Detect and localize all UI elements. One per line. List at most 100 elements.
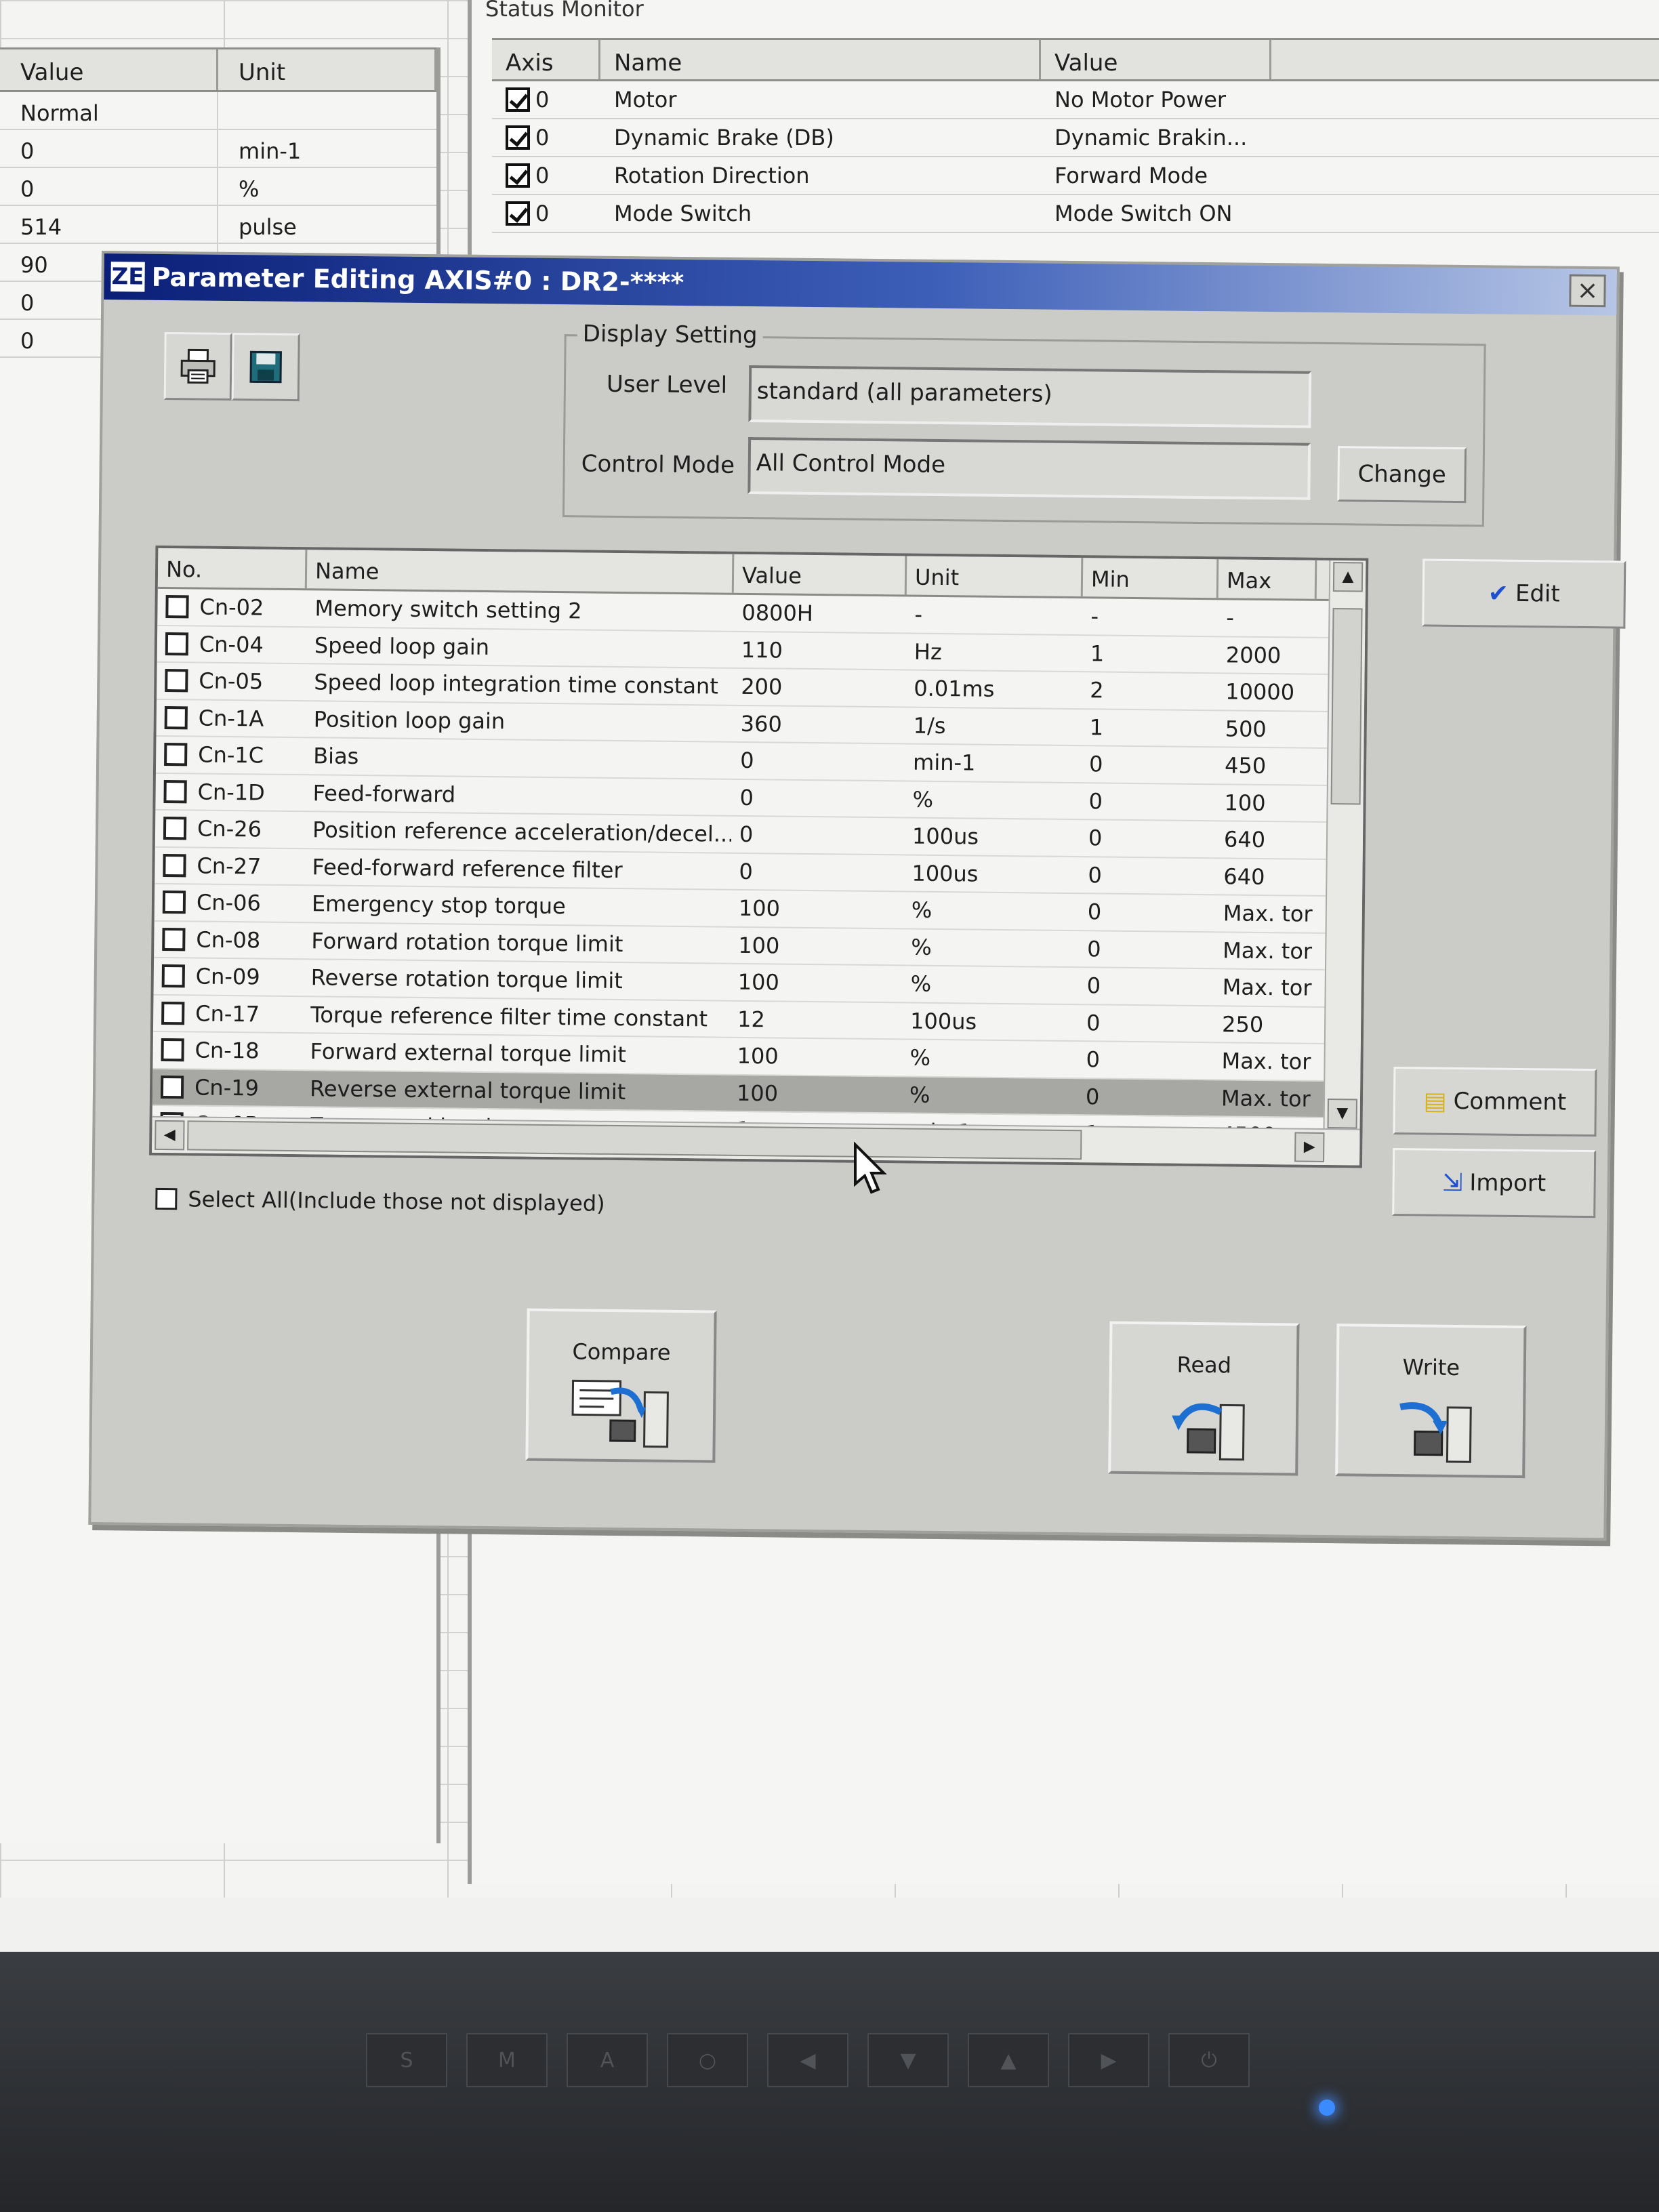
param-max: - bbox=[1226, 605, 1235, 631]
param-max: 450 bbox=[1224, 752, 1267, 779]
scroll-down-icon[interactable]: ▼ bbox=[1327, 1099, 1357, 1129]
param-no-cell: Cn-09 bbox=[154, 963, 303, 990]
param-min: 0 bbox=[1086, 1010, 1101, 1036]
param-no: Cn-26 bbox=[197, 815, 262, 842]
col-max-header[interactable]: Max bbox=[1218, 559, 1317, 599]
row-checkbox[interactable] bbox=[164, 705, 188, 730]
param-value[interactable]: 12 bbox=[729, 1006, 902, 1034]
status-col-name-header[interactable]: Name bbox=[600, 40, 1041, 79]
parameter-table-body: Cn-02 Memory switch setting 2 0800H - - - Cn-0… bbox=[152, 588, 1366, 1156]
param-max: Max. tor bbox=[1222, 974, 1312, 1002]
bezel-button[interactable]: ▶ bbox=[1068, 2033, 1149, 2087]
edit-button[interactable]: ✔ Edit bbox=[1422, 558, 1626, 629]
row-checkbox[interactable] bbox=[165, 632, 189, 656]
col-min-header[interactable]: Min bbox=[1082, 558, 1219, 598]
param-unit: % bbox=[909, 1044, 931, 1071]
row-checkbox[interactable] bbox=[164, 743, 188, 766]
row-checkbox[interactable] bbox=[163, 853, 186, 878]
row-checkbox[interactable] bbox=[161, 1001, 185, 1025]
param-name: Reverse rotation torque limit bbox=[310, 964, 623, 994]
row-checkbox[interactable] bbox=[162, 890, 186, 914]
save-button[interactable] bbox=[231, 333, 300, 402]
param-value[interactable]: 0 bbox=[731, 821, 904, 849]
horizontal-scroll-thumb[interactable] bbox=[187, 1120, 1082, 1160]
bezel-button[interactable]: ▼ bbox=[867, 2033, 949, 2087]
row-checkbox[interactable] bbox=[165, 669, 188, 693]
col-value-header[interactable]: Value bbox=[733, 554, 907, 595]
scroll-left-icon[interactable]: ◀ bbox=[155, 1120, 185, 1151]
left-data-row: 0% bbox=[0, 168, 436, 206]
param-value[interactable]: 0 bbox=[731, 859, 903, 886]
col-unit-header[interactable]: Unit bbox=[906, 556, 1084, 597]
param-value[interactable]: 100 bbox=[729, 1080, 901, 1108]
left-row-value: 514 bbox=[0, 206, 219, 243]
bezel-button[interactable]: ▲ bbox=[968, 2033, 1049, 2087]
param-value[interactable]: 100 bbox=[729, 1043, 901, 1071]
status-col-value-header[interactable]: Value bbox=[1041, 40, 1271, 79]
vertical-scroll-thumb[interactable] bbox=[1330, 608, 1363, 805]
row-checkbox[interactable] bbox=[161, 1038, 184, 1062]
bezel-button[interactable]: S bbox=[366, 2033, 447, 2087]
param-unit: min-1 bbox=[912, 749, 976, 776]
scroll-right-icon[interactable]: ▶ bbox=[1294, 1132, 1325, 1162]
row-checkbox[interactable] bbox=[163, 779, 187, 804]
param-name: Forward rotation torque limit bbox=[311, 928, 623, 957]
param-value[interactable]: 360 bbox=[733, 711, 905, 739]
compare-button[interactable]: Compare bbox=[525, 1308, 717, 1463]
param-no-cell: Cn-06 bbox=[155, 889, 304, 916]
status-checkbox[interactable] bbox=[506, 87, 530, 112]
status-checkbox[interactable] bbox=[506, 201, 530, 226]
left-row-value: Normal bbox=[0, 92, 219, 129]
write-button[interactable]: Write bbox=[1335, 1324, 1527, 1479]
param-value[interactable]: 100 bbox=[730, 933, 903, 960]
dialog-title: Parameter Editing AXIS#0 : DR2-**** bbox=[151, 262, 684, 298]
mouse-cursor-icon bbox=[854, 1142, 887, 1194]
param-max: Max. tor bbox=[1221, 1048, 1311, 1075]
row-checkbox[interactable] bbox=[165, 595, 189, 619]
param-value[interactable]: 0 bbox=[731, 785, 904, 813]
status-checkbox[interactable] bbox=[506, 163, 530, 188]
status-col-axis-header[interactable]: Axis bbox=[492, 40, 600, 79]
status-monitor-rows: 0 Motor No Motor Power 0 Dynamic Brake (DB) D… bbox=[492, 81, 1659, 233]
param-value[interactable]: 0 bbox=[732, 747, 905, 775]
param-min: 0 bbox=[1087, 899, 1102, 925]
comment-button-label: Comment bbox=[1453, 1087, 1567, 1116]
left-col-value-header[interactable]: Value bbox=[0, 49, 218, 90]
close-button[interactable]: × bbox=[1569, 274, 1606, 308]
read-button[interactable]: Read bbox=[1108, 1321, 1300, 1476]
parameter-table: No. Name Value Unit Min Max Cn-02 Memory … bbox=[149, 545, 1369, 1168]
select-all-box[interactable] bbox=[155, 1187, 178, 1210]
param-min: 0 bbox=[1087, 936, 1101, 962]
comment-button[interactable]: ▤ Comment bbox=[1393, 1067, 1597, 1137]
bezel-button[interactable]: ○ bbox=[667, 2033, 748, 2087]
status-checkbox[interactable] bbox=[506, 125, 530, 150]
row-checkbox[interactable] bbox=[161, 964, 185, 988]
col-name-header[interactable]: Name bbox=[306, 550, 735, 593]
bezel-button[interactable]: M bbox=[466, 2033, 548, 2087]
param-no: Cn-09 bbox=[195, 963, 260, 990]
row-checkbox[interactable] bbox=[163, 817, 187, 840]
left-col-unit-header[interactable]: Unit bbox=[218, 49, 436, 90]
row-checkbox[interactable] bbox=[162, 927, 186, 951]
bezel-button[interactable]: ◀ bbox=[767, 2033, 848, 2087]
param-value[interactable]: 100 bbox=[730, 969, 903, 997]
change-button[interactable]: Change bbox=[1337, 446, 1467, 504]
print-button[interactable] bbox=[163, 331, 232, 401]
control-mode-field: All Control Mode bbox=[747, 437, 1311, 500]
param-value[interactable]: 110 bbox=[733, 637, 906, 665]
param-value[interactable]: 100 bbox=[731, 895, 903, 923]
import-button[interactable]: ⇲ Import bbox=[1392, 1148, 1597, 1218]
monitor-screen: Value Unit Normal 0 min-1 0% 514 pulse 90 0 0 St… bbox=[0, 0, 1659, 1952]
bezel-button[interactable]: ⏻ bbox=[1168, 2033, 1250, 2087]
status-row-name: Rotation Direction bbox=[614, 163, 810, 188]
row-checkbox[interactable] bbox=[160, 1075, 184, 1099]
param-value[interactable]: 200 bbox=[733, 674, 905, 701]
param-min: 0 bbox=[1088, 751, 1103, 777]
vertical-scrollbar[interactable]: ▲ ▼ bbox=[1323, 560, 1366, 1130]
param-value[interactable]: 0800H bbox=[733, 600, 906, 628]
bezel-button[interactable]: A bbox=[567, 2033, 648, 2087]
param-no-cell: Cn-1A bbox=[157, 705, 306, 732]
col-no-header[interactable]: No. bbox=[157, 548, 308, 589]
scroll-up-icon[interactable]: ▲ bbox=[1332, 562, 1364, 592]
select-all-checkbox[interactable]: Select All(Include those not displayed) bbox=[155, 1186, 605, 1216]
